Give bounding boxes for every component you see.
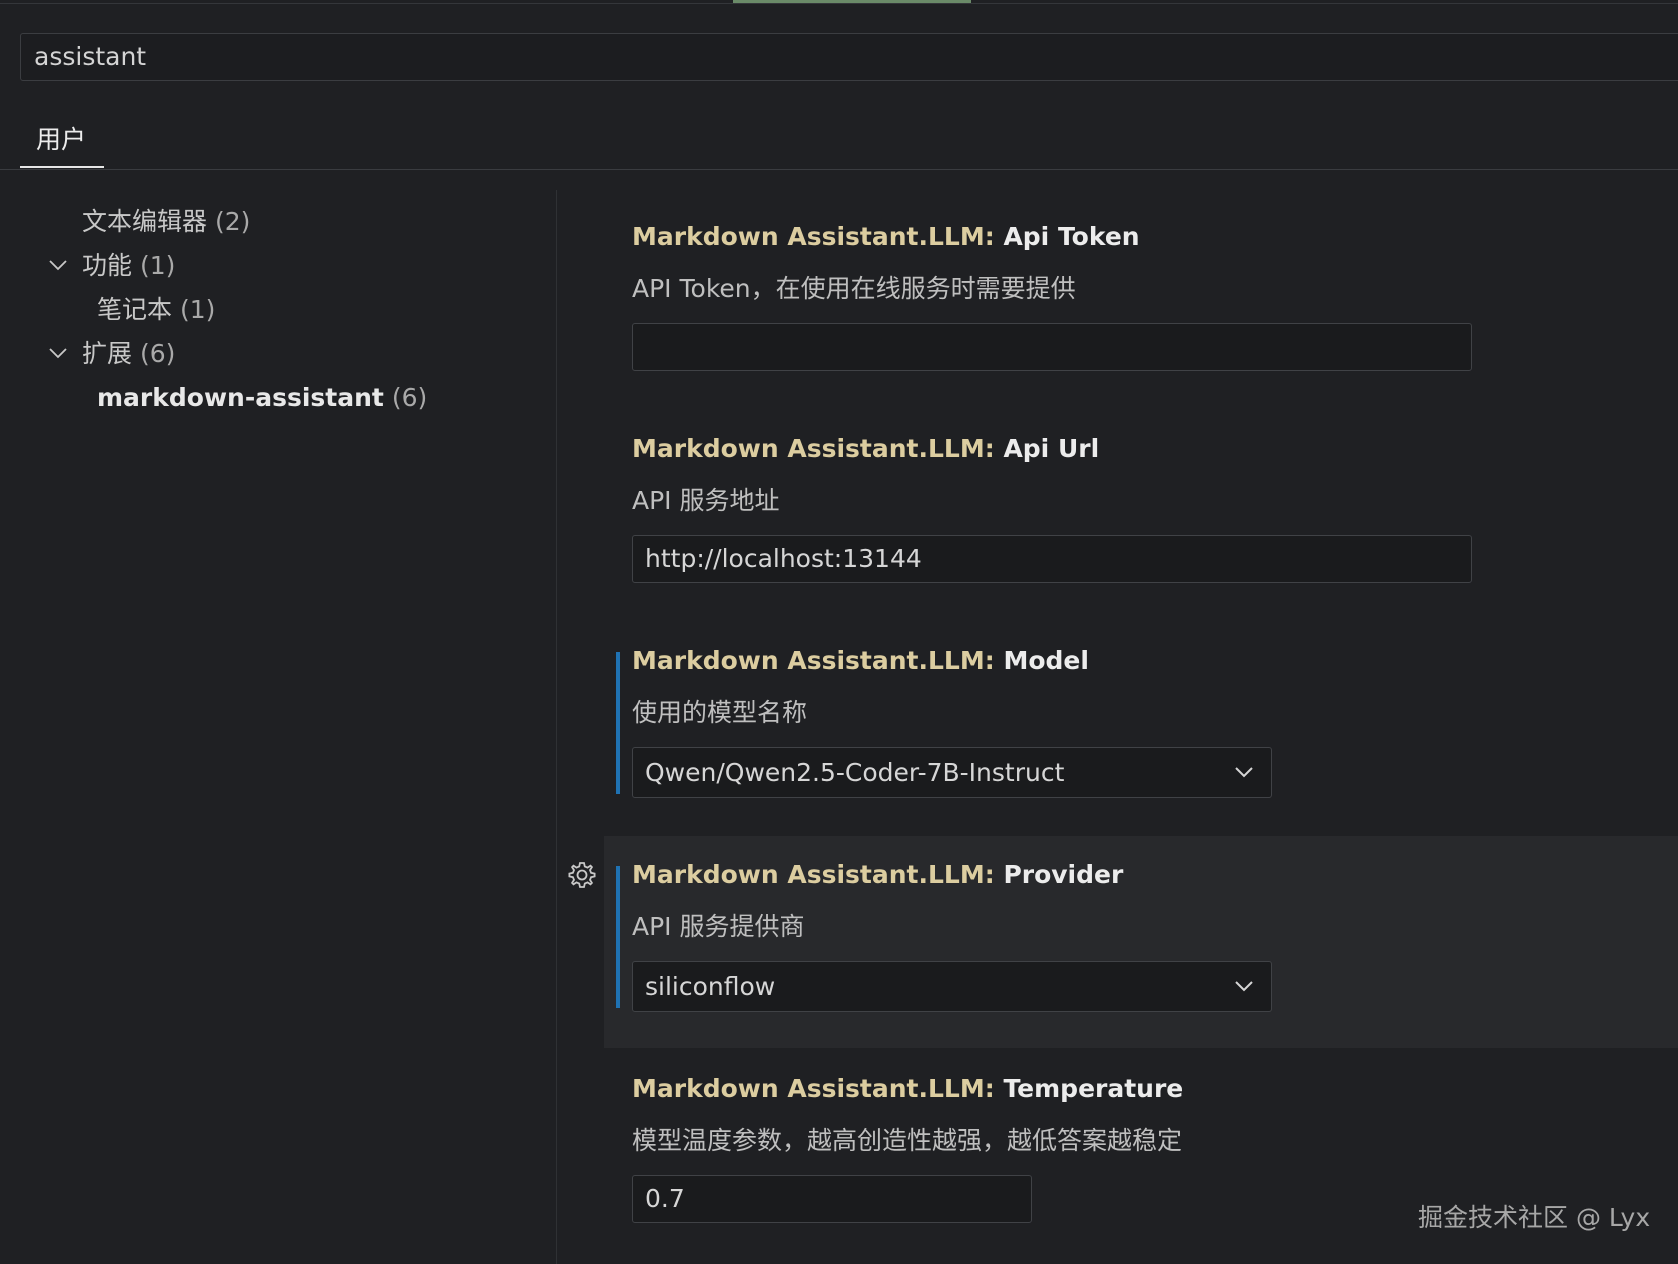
api-token-field[interactable] — [632, 323, 1472, 371]
settings-toc: 文本编辑器 (2) 功能 (1) 笔记本 (1) 扩展 (6) markdown… — [0, 190, 557, 1264]
setting-api-token: Markdown Assistant.LLM: Api Token API To… — [616, 222, 1678, 382]
settings-search-box[interactable] — [20, 33, 1678, 81]
setting-category: Markdown Assistant.LLM: — [632, 860, 1004, 889]
setting-category: Markdown Assistant.LLM: — [632, 222, 1004, 251]
gear-icon[interactable] — [567, 860, 597, 890]
setting-category: Markdown Assistant.LLM: — [632, 434, 1004, 463]
toc-item-label: markdown-assistant — [97, 383, 384, 412]
api-token-input[interactable] — [645, 324, 1459, 370]
modified-indicator — [616, 866, 620, 1008]
api-url-field[interactable] — [632, 535, 1472, 583]
api-url-input[interactable] — [645, 536, 1459, 582]
toc-item-label: 扩展 — [82, 339, 133, 368]
modified-indicator — [616, 652, 620, 794]
model-select[interactable]: Qwen/Qwen2.5-Coder-7B-Instruct — [632, 747, 1272, 798]
setting-key: Temperature — [1003, 1074, 1184, 1103]
toc-item-text-editor[interactable]: 文本编辑器 (2) — [82, 202, 250, 242]
setting-description: 使用的模型名称 — [632, 698, 808, 727]
setting-category: Markdown Assistant.LLM: — [632, 1074, 1004, 1103]
setting-title: Markdown Assistant.LLM: Api Token — [632, 222, 1140, 251]
setting-title: Markdown Assistant.LLM: Model — [632, 646, 1089, 675]
setting-description: API Token，在使用在线服务时需要提供 — [632, 274, 1076, 303]
toc-item-label: 功能 — [82, 251, 133, 280]
setting-title: Markdown Assistant.LLM: Api Url — [632, 434, 1099, 463]
setting-description: 模型温度参数，越高创造性越强，越低答案越稳定 — [632, 1126, 1183, 1155]
chevron-down-icon — [1235, 981, 1253, 992]
settings-search-input[interactable] — [34, 34, 834, 80]
toc-item-count: (1) — [179, 295, 216, 324]
toc-item-count: (2) — [214, 207, 251, 236]
toc-item-features[interactable]: 功能 (1) — [82, 246, 175, 286]
watermark: 掘金技术社区 @ Lyx — [1418, 1203, 1651, 1232]
toc-item-label: 笔记本 — [97, 295, 173, 324]
chevron-down-icon — [1235, 767, 1253, 778]
model-select-value: Qwen/Qwen2.5-Coder-7B-Instruct — [645, 758, 1065, 787]
toc-item-count: (1) — [139, 251, 176, 280]
provider-select[interactable]: siliconflow — [632, 961, 1272, 1012]
provider-select-value: siliconflow — [645, 972, 776, 1001]
setting-model: Markdown Assistant.LLM: Model 使用的模型名称 Qw… — [616, 646, 1678, 806]
setting-api-url: Markdown Assistant.LLM: Api Url API 服务地址 — [616, 434, 1678, 594]
setting-description: API 服务提供商 — [632, 912, 805, 941]
editor-top-border — [0, 3, 1678, 4]
temperature-field[interactable] — [632, 1175, 1032, 1223]
setting-key: Api Url — [1003, 434, 1100, 463]
setting-key: Provider — [1003, 860, 1124, 889]
toc-item-count: (6) — [139, 339, 176, 368]
toc-item-markdown-assistant[interactable]: markdown-assistant (6) — [97, 378, 427, 418]
toc-item-label: 文本编辑器 — [82, 207, 208, 236]
tab-user-label: 用户 — [36, 125, 87, 154]
temperature-input[interactable] — [645, 1176, 1019, 1222]
chevron-down-icon[interactable] — [47, 342, 69, 364]
toc-item-extensions[interactable]: 扩展 (6) — [82, 334, 175, 374]
settings-scope-tabs: 用户 — [0, 115, 1678, 170]
setting-key: Model — [1003, 646, 1089, 675]
chevron-down-icon[interactable] — [47, 254, 69, 276]
tab-user[interactable]: 用户 — [20, 115, 104, 168]
setting-title: Markdown Assistant.LLM: Provider — [632, 860, 1123, 889]
setting-category: Markdown Assistant.LLM: — [632, 646, 1004, 675]
setting-key: Api Token — [1003, 222, 1140, 251]
setting-title: Markdown Assistant.LLM: Temperature — [632, 1074, 1183, 1103]
toc-item-notebook[interactable]: 笔记本 (1) — [97, 290, 215, 330]
toc-item-count: (6) — [391, 383, 428, 412]
setting-provider: Markdown Assistant.LLM: Provider API 服务提… — [616, 860, 1678, 1020]
setting-description: API 服务地址 — [632, 486, 780, 515]
